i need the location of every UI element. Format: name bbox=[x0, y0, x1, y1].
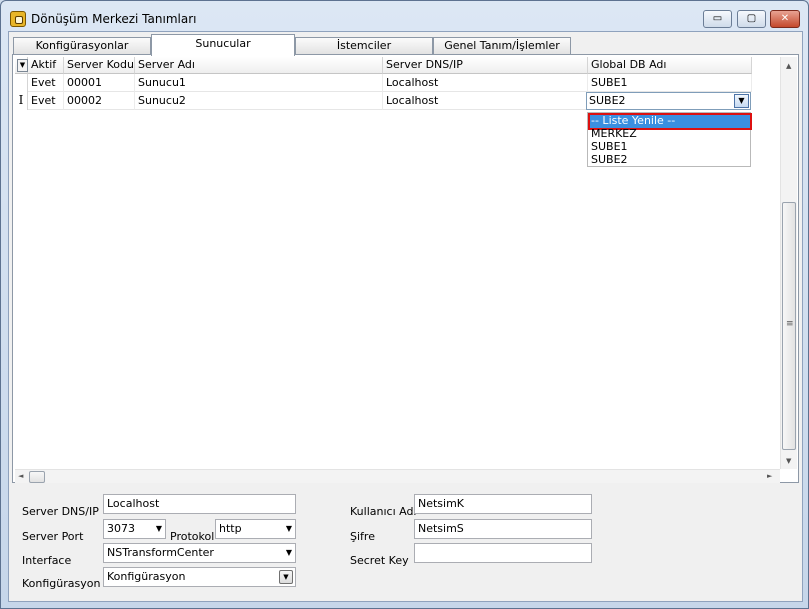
maximize-button[interactable]: ▢ bbox=[737, 10, 766, 28]
cell-aktif[interactable]: Evet bbox=[28, 74, 64, 92]
server-dns-label: Server DNS/IP bbox=[22, 505, 99, 518]
protocol-label: Protokol bbox=[170, 530, 215, 543]
global-db-combo-editor[interactable]: SUBE2 ▼ bbox=[586, 92, 751, 110]
grid-header-corner[interactable]: ▼ bbox=[15, 57, 28, 74]
column-header-aktif[interactable]: Aktif bbox=[28, 57, 64, 74]
column-header-server-dns[interactable]: Server DNS/IP bbox=[383, 57, 588, 74]
tab-istemciler[interactable]: İstemciler bbox=[295, 37, 433, 55]
scroll-left-icon[interactable]: ◄ bbox=[18, 472, 23, 480]
cell-global-db[interactable]: SUBE1 bbox=[588, 74, 752, 92]
konfigurasyon-select[interactable]: Konfigürasyon ▼ bbox=[103, 567, 296, 587]
cell-aktif[interactable]: Evet bbox=[28, 92, 64, 110]
protocol-value: http bbox=[219, 522, 242, 535]
password-input[interactable]: NetsimS bbox=[414, 519, 592, 539]
vertical-scroll-thumb[interactable]: ≡ bbox=[782, 202, 796, 450]
cell-server-kodu[interactable]: 00001 bbox=[64, 74, 135, 92]
vertical-scrollbar[interactable]: ▲ ≡ ▼ bbox=[780, 57, 797, 469]
server-detail-form: Server DNS/IP Localhost Server Port 3073… bbox=[9, 484, 802, 602]
cell-server-dns[interactable]: Localhost bbox=[383, 92, 588, 110]
scroll-down-icon[interactable]: ▼ bbox=[786, 457, 791, 465]
interface-label: Interface bbox=[22, 554, 72, 567]
minimize-button[interactable]: ▭ bbox=[703, 10, 732, 28]
column-header-server-adi[interactable]: Server Adı bbox=[135, 57, 383, 74]
konfigurasyon-label: Konfigürasyon bbox=[22, 577, 101, 590]
cell-server-dns[interactable]: Localhost bbox=[383, 74, 588, 92]
row-indicator bbox=[15, 74, 28, 92]
server-port-select[interactable]: 3073 ▼ bbox=[103, 519, 166, 539]
horizontal-scroll-thumb[interactable] bbox=[29, 471, 45, 483]
global-db-dropdown-list[interactable]: -- Liste Yenile -- MERKEZ SUBE1 SUBE2 bbox=[587, 112, 752, 167]
chevron-down-icon[interactable]: ▼ bbox=[286, 520, 292, 538]
servers-tab-panel: ▼ Aktif Server Kodu Server Adı Server DN… bbox=[12, 54, 799, 483]
tab-sunucular[interactable]: Sunucular bbox=[151, 34, 295, 56]
user-name-label: Kullanıcı Adı bbox=[350, 505, 417, 518]
column-header-server-kodu[interactable]: Server Kodu bbox=[64, 57, 135, 74]
table-row[interactable]: Evet 00001 Sunucu1 Localhost SUBE1 bbox=[15, 74, 765, 92]
cell-server-adi[interactable]: Sunucu1 bbox=[135, 74, 383, 92]
cell-server-kodu[interactable]: 00002 bbox=[64, 92, 135, 110]
grip-icon: ≡ bbox=[786, 319, 794, 329]
column-menu-icon[interactable]: ▼ bbox=[17, 59, 28, 72]
secret-key-label: Secret Key bbox=[350, 554, 409, 567]
interface-select[interactable]: NSTransformCenter ▼ bbox=[103, 543, 296, 563]
main-window: Dönüşüm Merkezi Tanımları ▭ ▢ ✕ Konfigür… bbox=[0, 0, 809, 609]
password-label: Şifre bbox=[350, 530, 375, 543]
chevron-down-icon[interactable]: ▼ bbox=[156, 520, 162, 538]
konfigurasyon-value: Konfigürasyon bbox=[107, 570, 186, 583]
protocol-select[interactable]: http ▼ bbox=[215, 519, 296, 539]
horizontal-scrollbar[interactable]: ◄ ► bbox=[15, 469, 780, 483]
chevron-down-icon[interactable]: ▼ bbox=[279, 570, 293, 584]
close-button[interactable]: ✕ bbox=[770, 10, 800, 28]
tab-genel-tanim[interactable]: Genel Tanım/İşlemler bbox=[433, 37, 571, 55]
client-area: Konfigürasyonlar Sunucular İstemciler Ge… bbox=[8, 31, 803, 602]
server-port-label: Server Port bbox=[22, 530, 84, 543]
tab-konfigurasyonlar[interactable]: Konfigürasyonlar bbox=[13, 37, 151, 55]
dropdown-option-sube2[interactable]: SUBE2 bbox=[590, 154, 750, 167]
secret-key-input[interactable] bbox=[414, 543, 592, 563]
app-lock-icon bbox=[10, 11, 26, 27]
column-header-global-db[interactable]: Global DB Adı bbox=[588, 57, 752, 74]
servers-grid[interactable]: ▼ Aktif Server Kodu Server Adı Server DN… bbox=[15, 57, 779, 469]
scroll-right-icon[interactable]: ► bbox=[767, 472, 772, 480]
server-port-value: 3073 bbox=[107, 522, 135, 535]
chevron-down-icon[interactable]: ▼ bbox=[734, 94, 749, 108]
interface-value: NSTransformCenter bbox=[107, 546, 214, 559]
chevron-down-icon[interactable]: ▼ bbox=[286, 544, 292, 562]
window-title: Dönüşüm Merkezi Tanımları bbox=[31, 12, 197, 26]
global-db-editor-value[interactable]: SUBE2 bbox=[589, 93, 626, 109]
user-name-input[interactable]: NetsimK bbox=[414, 494, 592, 514]
row-edit-indicator: I bbox=[15, 92, 28, 110]
server-dns-input[interactable]: Localhost bbox=[103, 494, 296, 514]
scroll-up-icon[interactable]: ▲ bbox=[786, 62, 791, 70]
title-bar[interactable]: Dönüşüm Merkezi Tanımları ▭ ▢ ✕ bbox=[1, 1, 808, 31]
cell-server-adi[interactable]: Sunucu2 bbox=[135, 92, 383, 110]
